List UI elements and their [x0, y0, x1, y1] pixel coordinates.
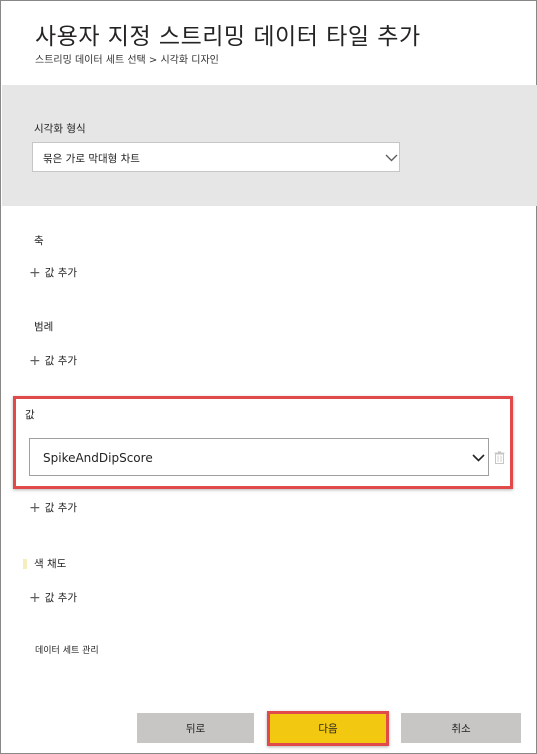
trash-icon[interactable]	[494, 451, 505, 464]
next-button[interactable]: 다음	[270, 714, 386, 743]
legend-label: 범례	[34, 321, 54, 333]
value-add-value-label: 값 추가	[44, 502, 78, 514]
breadcrumb: 스트리밍 데이터 세트 선택 > 시각화 디자인	[35, 55, 219, 66]
value-field-select[interactable]: SpikeAndDipScore	[29, 438, 489, 476]
plus-icon: +	[29, 499, 41, 516]
manage-dataset-link[interactable]: 데이터 세트 관리	[35, 643, 99, 656]
cancel-button[interactable]: 취소	[401, 713, 521, 743]
dialog: 사용자 지정 스트리밍 데이터 타일 추가 스트리밍 데이터 세트 선택 > 시…	[0, 0, 537, 754]
value-field-value: SpikeAndDipScore	[43, 451, 153, 465]
value-add-value-button[interactable]: + 값 추가	[29, 500, 77, 515]
back-button[interactable]: 뒤로	[137, 713, 254, 743]
color-saturation-label: 색 채도	[34, 558, 67, 570]
next-button-highlight: 다음	[267, 711, 389, 746]
visualization-type-label: 시각화 형식	[34, 123, 86, 135]
value-label: 값	[25, 409, 35, 421]
legend-add-value-label: 값 추가	[44, 355, 78, 367]
plus-icon: +	[29, 589, 41, 606]
axis-add-value-label: 값 추가	[44, 267, 78, 279]
visualization-type-value: 묶은 가로 막대형 차트	[43, 153, 140, 165]
chevron-down-icon	[472, 454, 485, 462]
visualization-type-select[interactable]: 묶은 가로 막대형 차트	[32, 142, 400, 172]
chevron-down-icon	[385, 154, 398, 162]
plus-icon: +	[29, 264, 41, 281]
axis-add-value-button[interactable]: + 값 추가	[29, 265, 77, 280]
color-saturation-marker	[23, 559, 27, 569]
color-saturation-add-value-label: 값 추가	[44, 592, 78, 604]
color-saturation-add-value-button[interactable]: + 값 추가	[29, 590, 77, 605]
legend-add-value-button[interactable]: + 값 추가	[29, 353, 77, 368]
dialog-title: 사용자 지정 스트리밍 데이터 타일 추가	[35, 24, 421, 50]
axis-label: 축	[34, 235, 44, 247]
plus-icon: +	[29, 352, 41, 369]
